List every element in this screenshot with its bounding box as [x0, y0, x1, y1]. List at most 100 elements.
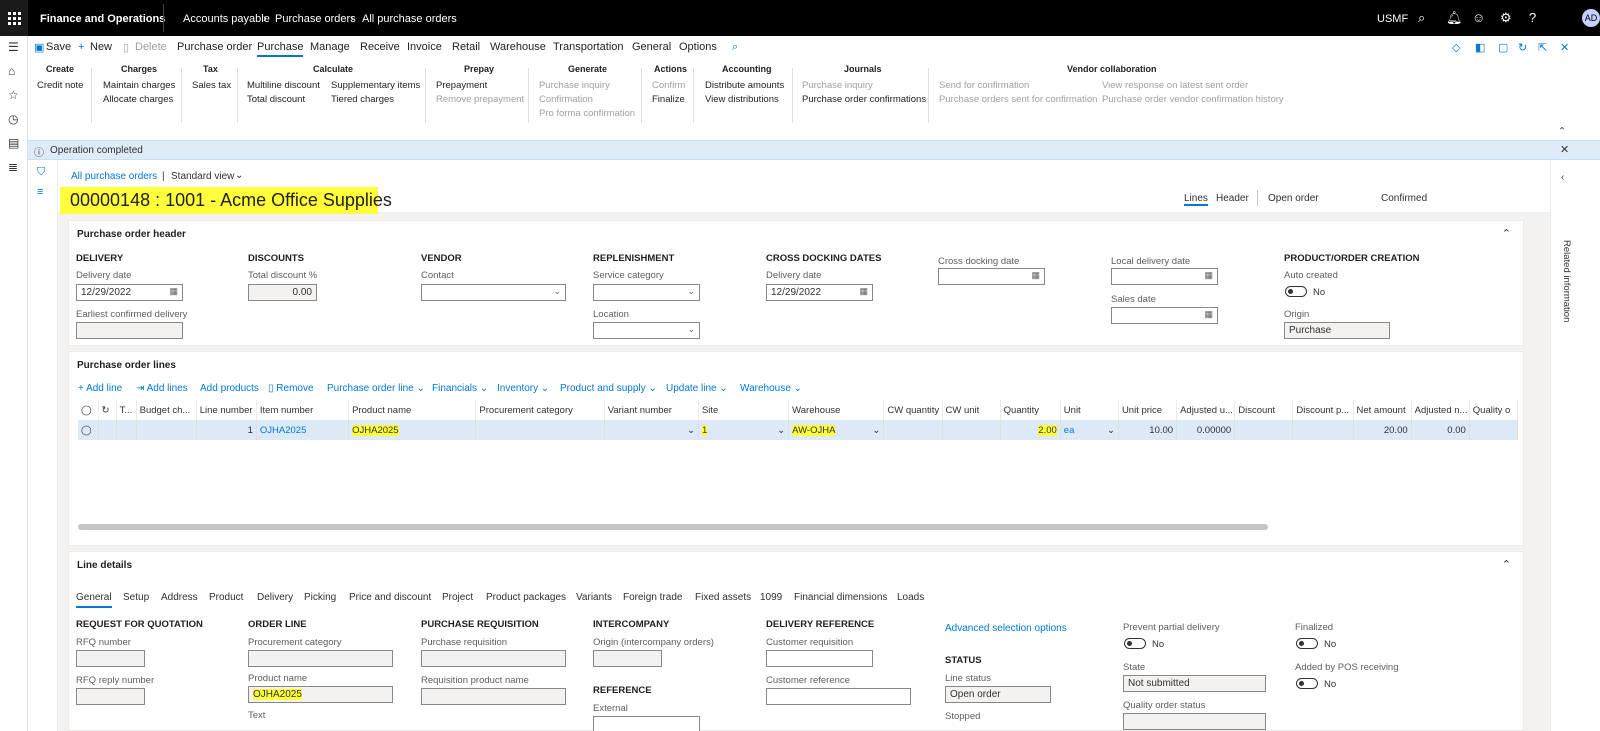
supplementary-items-button[interactable]: Supplementary items — [331, 80, 420, 91]
col-site[interactable]: Site — [698, 400, 790, 420]
help-icon[interactable]: ? — [1529, 10, 1536, 25]
confirmation-history-button[interactable]: Purchase order vendor confirmation histo… — [1102, 94, 1284, 105]
cross-docking-date-input[interactable]: ▦ — [938, 268, 1045, 285]
col-cw-quantity[interactable]: CW quantity — [883, 400, 943, 420]
filter-icon[interactable]: ⛉ — [37, 166, 45, 179]
multiline-discount-button[interactable]: Multiline discount — [247, 80, 320, 91]
update-line-menu[interactable]: Update line ⌄ — [666, 383, 728, 394]
unit-price-cell[interactable]: 10.00 — [1118, 420, 1178, 440]
col-adjusted-unit[interactable]: Adjusted u... — [1176, 400, 1236, 420]
inventory-menu[interactable]: Inventory ⌄ — [497, 383, 549, 394]
all-purchase-orders-link[interactable]: All purchase orders — [71, 171, 157, 182]
clock-icon[interactable]: ◷ — [8, 112, 18, 126]
procurement-category-cell[interactable] — [475, 420, 605, 440]
save-icon[interactable]: ▣ — [34, 41, 44, 54]
add-line-button[interactable]: + Add line — [78, 383, 122, 394]
allocate-charges-button[interactable]: Allocate charges — [103, 94, 173, 105]
location-select[interactable]: ⌄ — [593, 322, 700, 339]
pos-sent-for-confirmation-button[interactable]: Purchase orders sent for confirmation — [939, 94, 1097, 105]
tab-product-packages[interactable]: Product packages — [486, 592, 566, 603]
col-net-amount[interactable]: Net amount — [1353, 400, 1412, 420]
gear-icon[interactable]: ⚙ — [1500, 10, 1512, 26]
pro-forma-confirmation-button[interactable]: Pro forma confirmation — [539, 108, 635, 119]
tab-picking[interactable]: Picking — [304, 592, 336, 603]
attachment-icon[interactable]: ▢ — [1498, 41, 1508, 54]
journal-purchase-inquiry-button[interactable]: Purchase inquiry — [802, 80, 873, 91]
col-adjusted-net[interactable]: Adjusted n... — [1411, 400, 1470, 420]
tab-1099[interactable]: 1099 — [760, 592, 782, 603]
add-products-button[interactable]: Add products — [200, 383, 259, 394]
view-selector[interactable]: Standard view — [171, 171, 234, 182]
horizontal-scrollbar[interactable] — [78, 524, 1268, 530]
col-unit-price[interactable]: Unit price — [1118, 400, 1178, 420]
col-procurement-category[interactable]: Procurement category — [475, 400, 605, 420]
add-lines-button[interactable]: ⇥ Add lines — [136, 383, 188, 394]
pos-receiving-toggle[interactable] — [1296, 678, 1318, 689]
chevron-down-icon[interactable]: ⌄ — [235, 170, 243, 181]
tab-financial-dimensions[interactable]: Financial dimensions — [794, 592, 887, 603]
tab-fixed-assets[interactable]: Fixed assets — [695, 592, 751, 603]
refresh-icon[interactable]: ↻ — [98, 400, 117, 420]
app-title[interactable]: Finance and Operations — [40, 13, 165, 25]
col-variant-number[interactable]: Variant number — [604, 400, 699, 420]
section-title[interactable]: Purchase order lines — [77, 360, 176, 371]
tab-variants[interactable]: Variants — [576, 592, 612, 603]
product-name-cell[interactable]: OJHA2025 — [348, 420, 477, 440]
refresh-icon[interactable]: ↻ — [1518, 41, 1527, 54]
col-quantity[interactable]: Quantity — [1000, 400, 1061, 420]
discount-cell[interactable] — [1234, 420, 1294, 440]
office-icon[interactable]: ◧ — [1475, 41, 1485, 54]
chevron-up-icon[interactable]: ⌃ — [1502, 558, 1511, 571]
smiley-icon[interactable]: ☺ — [1472, 10, 1485, 25]
tab-general[interactable]: General — [76, 592, 112, 608]
tab-transportation[interactable]: Transportation — [553, 41, 624, 53]
local-delivery-input[interactable]: ▦ — [1111, 268, 1218, 285]
cd-delivery-date-input[interactable]: 12/29/2022 ▦ — [766, 284, 873, 301]
col-type[interactable]: T... — [116, 400, 137, 420]
home-icon[interactable]: ⌂ — [8, 64, 15, 78]
chevron-up-icon[interactable]: ⌃ — [1502, 227, 1511, 240]
remove-button[interactable]: ▯ Remove — [268, 383, 314, 394]
workspace-icon[interactable]: ▤ — [8, 136, 19, 150]
purchase-order-line-menu[interactable]: Purchase order line ⌄ — [327, 383, 425, 394]
customer-reference-field[interactable] — [766, 688, 911, 705]
tab-price-discount[interactable]: Price and discount — [349, 592, 431, 603]
warehouse-cell[interactable]: AW-OJHA ⌄ — [788, 420, 885, 440]
search-icon[interactable]: ⌕ — [1418, 10, 1425, 26]
prepayment-button[interactable]: Prepayment — [436, 80, 487, 91]
col-discount[interactable]: Discount — [1234, 400, 1294, 420]
col-product-name[interactable]: Product name — [348, 400, 477, 420]
sales-tax-button[interactable]: Sales tax — [192, 80, 231, 91]
contact-select[interactable]: ⌄ — [421, 284, 566, 301]
variant-number-cell[interactable]: ⌄ — [604, 420, 699, 440]
tab-warehouse[interactable]: Warehouse — [490, 41, 546, 53]
view-distributions-button[interactable]: View distributions — [705, 94, 779, 105]
finalized-toggle[interactable] — [1296, 638, 1318, 649]
select-all-checkbox[interactable]: ◯ — [78, 400, 99, 420]
col-unit[interactable]: Unit — [1060, 400, 1119, 420]
tab-lines[interactable]: Lines — [1184, 193, 1208, 206]
section-title[interactable]: Line details — [77, 560, 132, 571]
search-icon[interactable]: ⌕ — [732, 41, 738, 54]
modules-icon[interactable]: ≣ — [8, 160, 18, 174]
advanced-selection-link[interactable]: Advanced selection options — [945, 623, 1067, 634]
item-number-link[interactable]: OJHA2025 — [256, 420, 350, 440]
tab-options[interactable]: Options — [679, 41, 717, 53]
bell-icon[interactable]: 🔔︎ — [1446, 10, 1463, 26]
col-discount-pct[interactable]: Discount p... — [1292, 400, 1354, 420]
product-supply-menu[interactable]: Product and supply ⌄ — [560, 383, 657, 394]
tab-purchase[interactable]: Purchase — [257, 41, 304, 57]
close-icon[interactable]: ✕ — [1560, 143, 1569, 156]
tab-general[interactable]: General — [632, 41, 671, 53]
delivery-date-input[interactable]: 12/29/2022 ▦ — [76, 284, 183, 301]
section-title[interactable]: Purchase order header — [77, 229, 186, 240]
site-cell[interactable]: 1 ⌄ — [698, 420, 790, 440]
net-amount-cell[interactable]: 20.00 — [1353, 420, 1412, 440]
col-warehouse[interactable]: Warehouse — [788, 400, 885, 420]
tab-address[interactable]: Address — [161, 592, 198, 603]
tab-delivery[interactable]: Delivery — [257, 592, 293, 603]
diamond-icon[interactable]: ◇ — [1452, 41, 1460, 54]
table-row[interactable]: ◯ 1 OJHA2025 OJHA2025 ⌄ 1 ⌄ AW-OJHA ⌄ 2.00… — [78, 420, 1519, 440]
trash-icon[interactable]: ▯ — [123, 41, 129, 54]
breadcrumb-all-purchase-orders[interactable]: All purchase orders — [362, 13, 457, 25]
